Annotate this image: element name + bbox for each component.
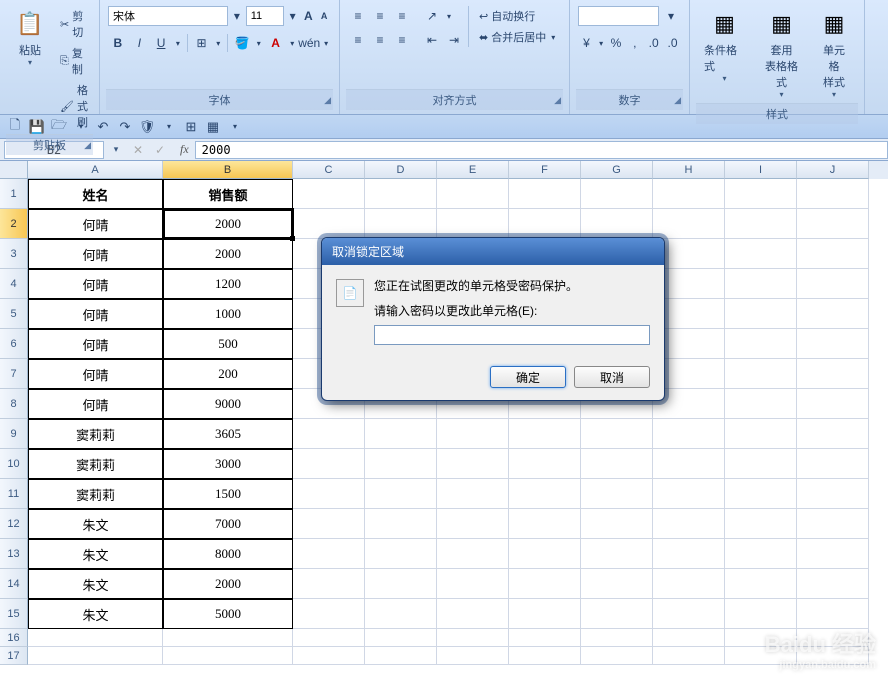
unlock-range-dialog: 取消锁定区域 📄 您正在试图更改的单元格受密码保护。 请输入密码以更改此单元格(… (321, 237, 665, 401)
dialog-line2: 请输入密码以更改此单元格(E): (374, 302, 650, 321)
ok-button[interactable]: 确定 (490, 366, 566, 388)
cancel-button[interactable]: 取消 (574, 366, 650, 388)
dialog-title: 取消锁定区域 (322, 238, 664, 265)
dialog-line1: 您正在试图更改的单元格受密码保护。 (374, 277, 650, 296)
dialog-info-icon: 📄 (336, 279, 364, 307)
dialog-overlay: 取消锁定区域 📄 您正在试图更改的单元格受密码保护。 请输入密码以更改此单元格(… (0, 0, 888, 679)
password-input[interactable] (374, 325, 650, 345)
